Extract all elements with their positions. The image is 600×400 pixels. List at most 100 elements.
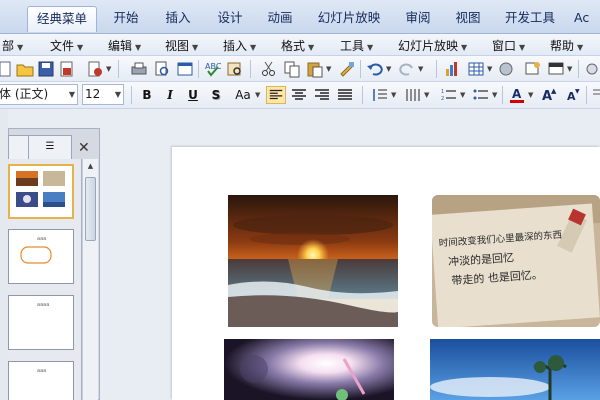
- tab-classic-menu[interactable]: 经典菜单: [27, 6, 97, 32]
- menu-all[interactable]: 部 ▼: [2, 37, 23, 54]
- menu-edit[interactable]: 编辑 ▼: [108, 37, 141, 54]
- chevron-down-icon[interactable]: ▼: [487, 65, 492, 73]
- menu-window[interactable]: 窗口 ▼: [492, 37, 525, 54]
- undo-icon[interactable]: [366, 60, 384, 78]
- sunset-beach-photo[interactable]: [228, 195, 398, 327]
- thumb-title: aaa: [37, 368, 47, 374]
- email-doc-icon[interactable]: [86, 60, 104, 78]
- tab-review[interactable]: 审阅: [400, 6, 436, 32]
- italic-button[interactable]: I: [161, 86, 179, 104]
- close-icon[interactable]: ✕: [78, 141, 90, 155]
- redo-icon[interactable]: [398, 60, 416, 78]
- tab-view[interactable]: 视图: [450, 6, 486, 32]
- numbering-icon[interactable]: 12: [440, 86, 458, 104]
- align-left-button[interactable]: [266, 86, 286, 104]
- chevron-down-icon[interactable]: ▼: [567, 65, 572, 73]
- menu-slideshow[interactable]: 幻灯片放映 ▼: [398, 37, 467, 54]
- line-spacing-icon[interactable]: [371, 86, 389, 104]
- copy-icon[interactable]: [283, 60, 301, 78]
- print-icon[interactable]: [130, 60, 148, 78]
- tab-slides[interactable]: [8, 135, 30, 159]
- align-right-icon[interactable]: [313, 86, 331, 104]
- new-doc-icon[interactable]: [0, 60, 14, 78]
- chevron-down-icon[interactable]: ▼: [528, 91, 533, 99]
- chevron-down-icon[interactable]: ▼: [424, 91, 429, 99]
- underline-button[interactable]: U: [184, 86, 202, 104]
- window-edge: [0, 109, 8, 400]
- save-icon[interactable]: [37, 60, 55, 78]
- chevron-down-icon: ▼: [461, 43, 468, 52]
- scroll-thumb[interactable]: [85, 177, 96, 241]
- table-icon[interactable]: [467, 60, 485, 78]
- bullets-icon[interactable]: [472, 86, 490, 104]
- slide-thumb-3[interactable]: aaaa: [8, 295, 74, 350]
- more-format-icon[interactable]: [591, 86, 600, 104]
- menu-file-label: 文件: [50, 39, 75, 53]
- align-center-icon[interactable]: [290, 86, 308, 104]
- chevron-down-icon[interactable]: ▼: [386, 65, 391, 73]
- slide-layout-icon[interactable]: [547, 60, 565, 78]
- menu-tools[interactable]: 工具 ▼: [340, 37, 373, 54]
- chevron-down-icon[interactable]: ▼: [391, 91, 396, 99]
- svg-text:1: 1: [441, 89, 444, 95]
- tab-animation[interactable]: 动画: [262, 6, 298, 32]
- chart-icon[interactable]: [444, 60, 462, 78]
- font-name-select[interactable]: 体 (正文) ▼: [0, 84, 78, 105]
- slide-design-icon[interactable]: [524, 60, 542, 78]
- menu-insert-label: 插入: [223, 39, 248, 53]
- menu-view[interactable]: 视图 ▼: [165, 37, 198, 54]
- tab-acrobat[interactable]: Ac: [574, 6, 600, 32]
- slide-thumb-4[interactable]: aaa: [8, 361, 74, 400]
- chevron-down-icon[interactable]: ▼: [255, 91, 260, 99]
- font-size-select[interactable]: 12 ▼: [82, 84, 124, 105]
- font-color-icon[interactable]: A: [508, 86, 526, 104]
- menu-file[interactable]: 文件 ▼: [50, 37, 83, 54]
- more-tools-icon[interactable]: [583, 60, 600, 78]
- slide-canvas[interactable]: 时间改变我们心里最深的东西 冲淡的是回忆 带走的 也是回忆。: [172, 147, 600, 400]
- tab-design[interactable]: 设计: [212, 6, 248, 32]
- blue-sky-photo[interactable]: [430, 339, 600, 400]
- grow-font-icon[interactable]: A ▲: [540, 86, 558, 104]
- open-folder-icon[interactable]: [16, 60, 34, 78]
- chevron-down-icon[interactable]: ▼: [418, 65, 423, 73]
- thumb-title: aaaa: [37, 302, 50, 308]
- research-icon[interactable]: [226, 60, 244, 78]
- colors-icon[interactable]: [497, 60, 515, 78]
- shadow-button[interactable]: S: [207, 86, 225, 104]
- thumbnail-scrollbar[interactable]: ▲: [82, 159, 98, 400]
- tab-insert[interactable]: 插入: [160, 6, 196, 32]
- permission-icon[interactable]: [58, 60, 76, 78]
- separator: [586, 86, 587, 104]
- format-painter-icon[interactable]: [338, 60, 356, 78]
- spelling-icon[interactable]: ABC: [204, 60, 222, 78]
- web-preview-icon[interactable]: [176, 60, 194, 78]
- slide-thumb-1[interactable]: [8, 164, 74, 219]
- chevron-down-icon[interactable]: ▼: [106, 65, 111, 73]
- chevron-down-icon[interactable]: ▼: [492, 91, 497, 99]
- formatting-toolbar: 体 (正文) ▼ 12 ▼ B I U S Aa ▼ ▼ ▼ 12 ▼ ▼ A ▼ …: [0, 82, 600, 109]
- tab-developer[interactable]: 开发工具: [500, 6, 560, 32]
- dandelion-light-photo[interactable]: [224, 339, 394, 400]
- menu-insert[interactable]: 插入 ▼: [223, 37, 256, 54]
- menu-view-label: 视图: [165, 39, 190, 53]
- menu-help[interactable]: 帮助 ▼: [550, 37, 583, 54]
- tab-slideshow[interactable]: 幻灯片放映: [313, 6, 385, 32]
- bold-button[interactable]: B: [138, 86, 156, 104]
- chevron-down-icon[interactable]: ▼: [460, 91, 465, 99]
- separator: [362, 86, 363, 104]
- slide-thumb-2[interactable]: aaa: [8, 229, 74, 284]
- justify-icon[interactable]: [336, 86, 354, 104]
- change-case-button[interactable]: Aa: [231, 86, 255, 104]
- columns-icon[interactable]: [404, 86, 422, 104]
- chevron-down-icon[interactable]: ▼: [326, 65, 331, 73]
- shrink-font-icon[interactable]: A ▼: [564, 86, 582, 104]
- scroll-up-icon[interactable]: ▲: [83, 159, 98, 173]
- separator: [502, 86, 503, 104]
- tab-home[interactable]: 开始: [108, 6, 144, 32]
- menu-format[interactable]: 格式 ▼: [281, 37, 314, 54]
- chevron-down-icon: ▼: [135, 43, 142, 52]
- cut-icon[interactable]: [260, 60, 278, 78]
- print-preview-icon[interactable]: [153, 60, 171, 78]
- tab-outline[interactable]: ☰: [28, 135, 72, 159]
- paste-icon[interactable]: [306, 60, 324, 78]
